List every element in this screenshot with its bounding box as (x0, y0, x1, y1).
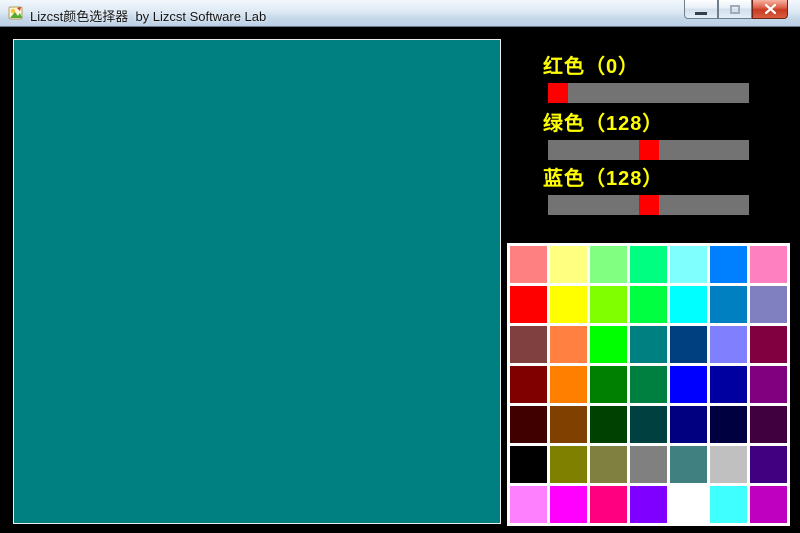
palette-cell-12[interactable] (710, 286, 747, 323)
palette-cell-14[interactable] (510, 326, 547, 363)
red-slider-label: 红色（0） (543, 56, 640, 78)
palette-cell-40[interactable] (710, 446, 747, 483)
blue-slider-track[interactable] (548, 195, 749, 215)
palette-cell-11[interactable] (670, 286, 707, 323)
palette-cell-35[interactable] (510, 446, 547, 483)
blue-slider-group: 蓝色（128） (543, 162, 755, 216)
palette-cell-3[interactable] (630, 246, 667, 283)
palette-cell-15[interactable] (550, 326, 587, 363)
palette-cell-34[interactable] (750, 406, 787, 443)
palette-cell-42[interactable] (510, 486, 547, 523)
palette-cell-38[interactable] (630, 446, 667, 483)
palette-cell-43[interactable] (550, 486, 587, 523)
palette-cell-24[interactable] (630, 366, 667, 403)
palette-cell-6[interactable] (750, 246, 787, 283)
blue-slider-thumb[interactable] (639, 195, 659, 215)
color-palette (507, 243, 790, 526)
palette-cell-27[interactable] (750, 366, 787, 403)
palette-cell-47[interactable] (710, 486, 747, 523)
green-slider-thumb[interactable] (639, 140, 659, 160)
palette-cell-29[interactable] (550, 406, 587, 443)
palette-cell-18[interactable] (670, 326, 707, 363)
title-bar[interactable]: Lizcst颜色选择器 by Lizcst Software Lab (0, 0, 800, 27)
palette-cell-25[interactable] (670, 366, 707, 403)
palette-cell-2[interactable] (590, 246, 627, 283)
blue-slider-label: 蓝色（128） (543, 168, 664, 190)
palette-cell-41[interactable] (750, 446, 787, 483)
palette-cell-44[interactable] (590, 486, 627, 523)
green-slider-track[interactable] (548, 140, 749, 160)
palette-cell-21[interactable] (510, 366, 547, 403)
palette-cell-7[interactable] (510, 286, 547, 323)
palette-cell-17[interactable] (630, 326, 667, 363)
red-slider-track[interactable] (548, 83, 749, 103)
palette-cell-22[interactable] (550, 366, 587, 403)
red-slider-group: 红色（0） (543, 50, 755, 104)
maximize-icon (730, 4, 740, 14)
client-area: 红色（0） 绿色（128） 蓝色（128） (0, 28, 800, 533)
palette-cell-5[interactable] (710, 246, 747, 283)
palette-cell-37[interactable] (590, 446, 627, 483)
palette-cell-19[interactable] (710, 326, 747, 363)
palette-cell-45[interactable] (630, 486, 667, 523)
maximize-button[interactable] (718, 0, 752, 19)
palette-cell-1[interactable] (550, 246, 587, 283)
palette-cell-8[interactable] (550, 286, 587, 323)
minimize-icon (695, 11, 707, 15)
close-icon (764, 4, 776, 14)
palette-cell-26[interactable] (710, 366, 747, 403)
palette-cell-16[interactable] (590, 326, 627, 363)
window-title: Lizcst颜色选择器 by Lizcst Software Lab (30, 9, 267, 24)
palette-cell-0[interactable] (510, 246, 547, 283)
palette-cell-36[interactable] (550, 446, 587, 483)
close-button[interactable] (752, 0, 788, 19)
palette-cell-30[interactable] (590, 406, 627, 443)
palette-cell-46[interactable] (670, 486, 707, 523)
palette-cell-10[interactable] (630, 286, 667, 323)
app-icon (8, 6, 23, 20)
palette-cell-39[interactable] (670, 446, 707, 483)
palette-cell-13[interactable] (750, 286, 787, 323)
green-slider-group: 绿色（128） (543, 107, 755, 161)
color-preview (13, 39, 501, 524)
palette-cell-4[interactable] (670, 246, 707, 283)
green-slider-label: 绿色（128） (543, 113, 664, 135)
palette-cell-9[interactable] (590, 286, 627, 323)
palette-cell-32[interactable] (670, 406, 707, 443)
palette-cell-31[interactable] (630, 406, 667, 443)
palette-cell-20[interactable] (750, 326, 787, 363)
palette-cell-48[interactable] (750, 486, 787, 523)
app-window: Lizcst颜色选择器 by Lizcst Software Lab 红色（0） (0, 0, 800, 533)
red-slider-thumb[interactable] (548, 83, 568, 103)
palette-cell-28[interactable] (510, 406, 547, 443)
palette-cell-33[interactable] (710, 406, 747, 443)
window-controls (684, 0, 788, 19)
palette-cell-23[interactable] (590, 366, 627, 403)
minimize-button[interactable] (684, 0, 718, 19)
